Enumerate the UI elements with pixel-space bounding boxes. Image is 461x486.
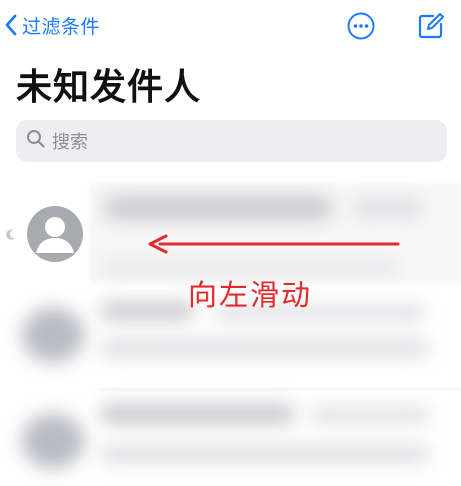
navigation-bar: 过滤条件: [0, 0, 461, 52]
back-label: 过滤条件: [22, 15, 101, 38]
row-divider: [100, 389, 461, 390]
compose-icon: [416, 13, 446, 45]
search-placeholder: 搜索: [52, 132, 88, 153]
page-title: 未知发件人: [16, 67, 202, 108]
person-avatar-icon: [27, 206, 83, 262]
blurred-avatar: [22, 308, 84, 362]
back-button[interactable]: 过滤条件: [4, 10, 100, 40]
blurred-preview-line: [100, 340, 430, 356]
swipe-hint-label: 向左滑动: [188, 278, 313, 312]
blurred-sender-line: [100, 404, 295, 424]
search-field[interactable]: 搜索: [16, 120, 447, 162]
ellipsis-circle-icon: [346, 12, 376, 45]
search-icon: [16, 129, 46, 153]
blurred-sender-line: [104, 197, 332, 219]
chevron-left-icon: [4, 14, 18, 36]
left-arrow-icon: [146, 232, 402, 260]
unread-indicator-icon: [4, 226, 16, 240]
blurred-date-line: [310, 408, 430, 422]
blurred-sender-line: [100, 302, 195, 320]
mail-screen: 过滤条件 未知发件人 搜索 向左滑动: [0, 0, 461, 486]
blurred-preview-line: [100, 446, 430, 462]
blurred-date-line: [352, 200, 422, 216]
compose-button[interactable]: [416, 11, 446, 41]
blurred-avatar: [22, 414, 84, 468]
more-options-button[interactable]: [346, 11, 376, 41]
